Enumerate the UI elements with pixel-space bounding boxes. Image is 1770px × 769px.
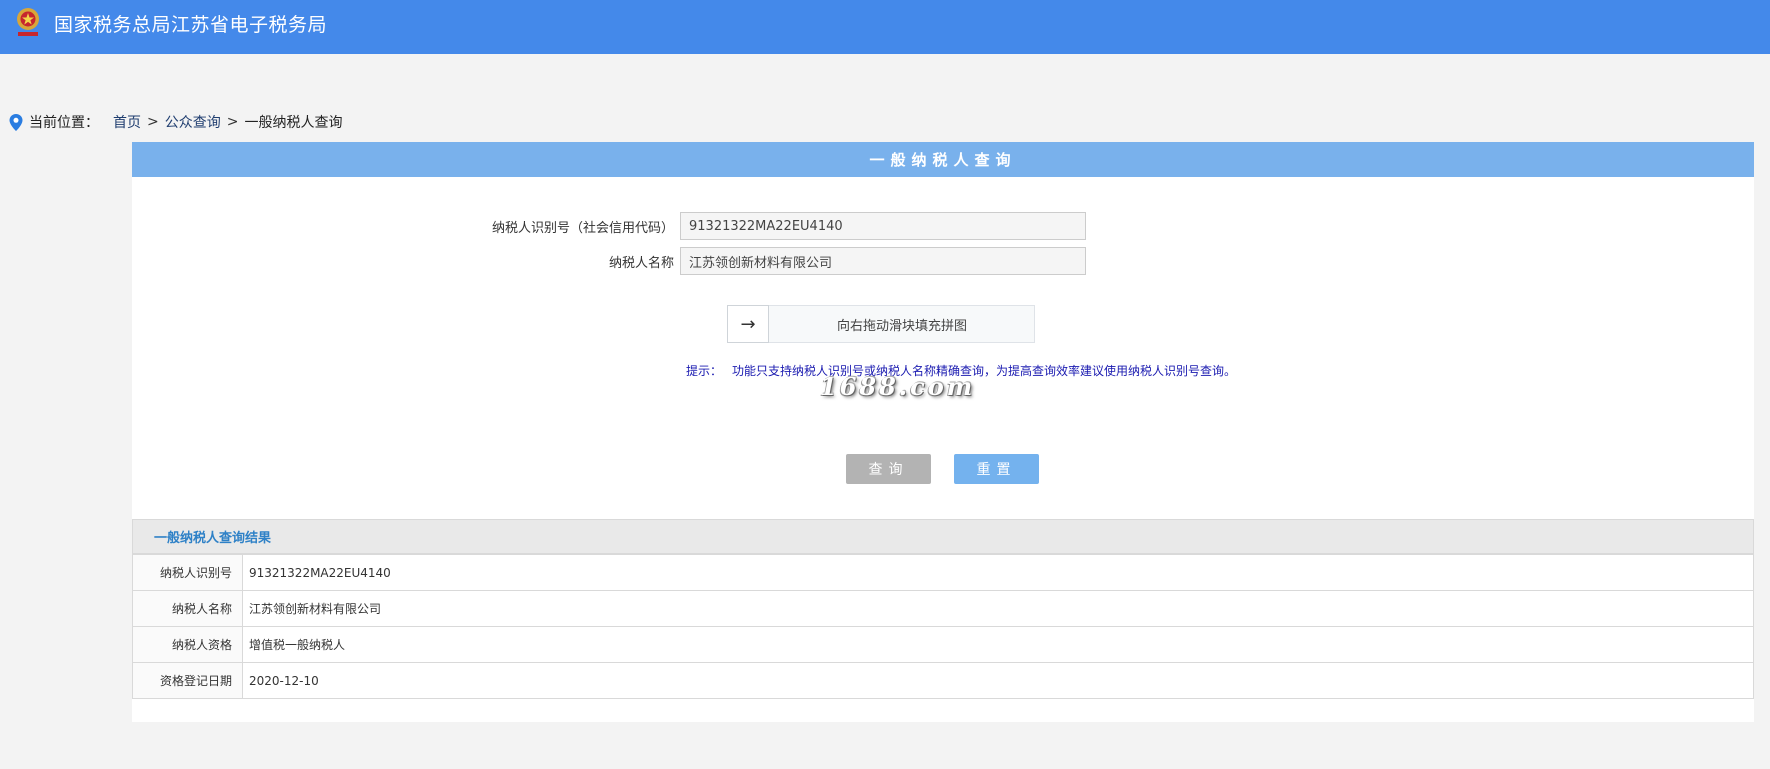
result-key: 纳税人识别号 — [132, 554, 243, 591]
watermark: 1688.com — [820, 372, 976, 401]
location-pin-icon — [9, 113, 23, 131]
taxpayer-id-label: 纳税人识别号（社会信用代码） — [491, 220, 674, 236]
result-value: 2020-12-10 — [242, 662, 1754, 699]
result-table: 纳税人识别号 91321322MA22EU4140 纳税人名称 江苏领创新材料有… — [132, 554, 1754, 699]
table-row: 纳税人资格 增值税一般纳税人 — [132, 626, 1754, 663]
taxpayer-name-row: 纳税人名称 — [374, 247, 1086, 275]
result-key: 资格登记日期 — [132, 662, 243, 699]
taxpayer-id-input[interactable] — [680, 212, 1086, 240]
breadcrumb-separator: > — [147, 114, 159, 130]
breadcrumb-public-query[interactable]: 公众查询 — [165, 112, 221, 132]
reset-button[interactable]: 重置 — [954, 454, 1039, 484]
tip-text: 功能只支持纳税人识别号或纳税人名称精确查询，为提高查询效率建议使用纳税人识别号查… — [732, 364, 1237, 378]
breadcrumb-label: 当前位置： — [29, 115, 99, 131]
result-section: 一般纳税人查询结果 纳税人识别号 91321322MA22EU4140 纳税人名… — [132, 519, 1754, 699]
table-row: 纳税人识别号 91321322MA22EU4140 — [132, 554, 1754, 591]
result-value: 增值税一般纳税人 — [242, 626, 1754, 663]
result-title: 一般纳税人查询结果 — [132, 519, 1754, 554]
result-key: 纳税人资格 — [132, 626, 243, 663]
taxpayer-name-label: 纳税人名称 — [608, 255, 674, 271]
query-button[interactable]: 查询 — [846, 454, 931, 484]
breadcrumb: 当前位置： 首页 > 公众查询 > 一般纳税人查询 — [9, 112, 342, 132]
arrow-right-icon[interactable]: → — [727, 305, 769, 343]
captcha-slider[interactable]: → 向右拖动滑块填充拼图 — [727, 305, 1035, 343]
site-title: 国家税务总局江苏省电子税务局 — [54, 14, 328, 36]
top-header-bar: 国家税务总局江苏省电子税务局 — [0, 0, 1770, 54]
result-value: 江苏领创新材料有限公司 — [242, 590, 1754, 627]
breadcrumb-home[interactable]: 首页 — [113, 112, 141, 132]
query-panel: 一般纳税人查询 纳税人识别号（社会信用代码） 纳税人名称 → 向右拖动滑块填充拼… — [132, 142, 1754, 722]
taxpayer-id-row: 纳税人识别号（社会信用代码） — [374, 212, 1086, 240]
tax-emblem-icon — [17, 8, 39, 36]
result-key: 纳税人名称 — [132, 590, 243, 627]
slider-hint: 向右拖动滑块填充拼图 — [836, 318, 967, 334]
tip-label: 提示： — [686, 364, 723, 378]
taxpayer-name-input[interactable] — [680, 247, 1086, 275]
breadcrumb-separator: > — [226, 114, 239, 130]
result-value: 91321322MA22EU4140 — [242, 554, 1754, 591]
panel-title: 一般纳税人查询 — [132, 142, 1754, 177]
table-row: 资格登记日期 2020-12-10 — [132, 662, 1754, 699]
breadcrumb-current: 一般纳税人查询 — [244, 115, 343, 131]
table-row: 纳税人名称 江苏领创新材料有限公司 — [132, 590, 1754, 627]
